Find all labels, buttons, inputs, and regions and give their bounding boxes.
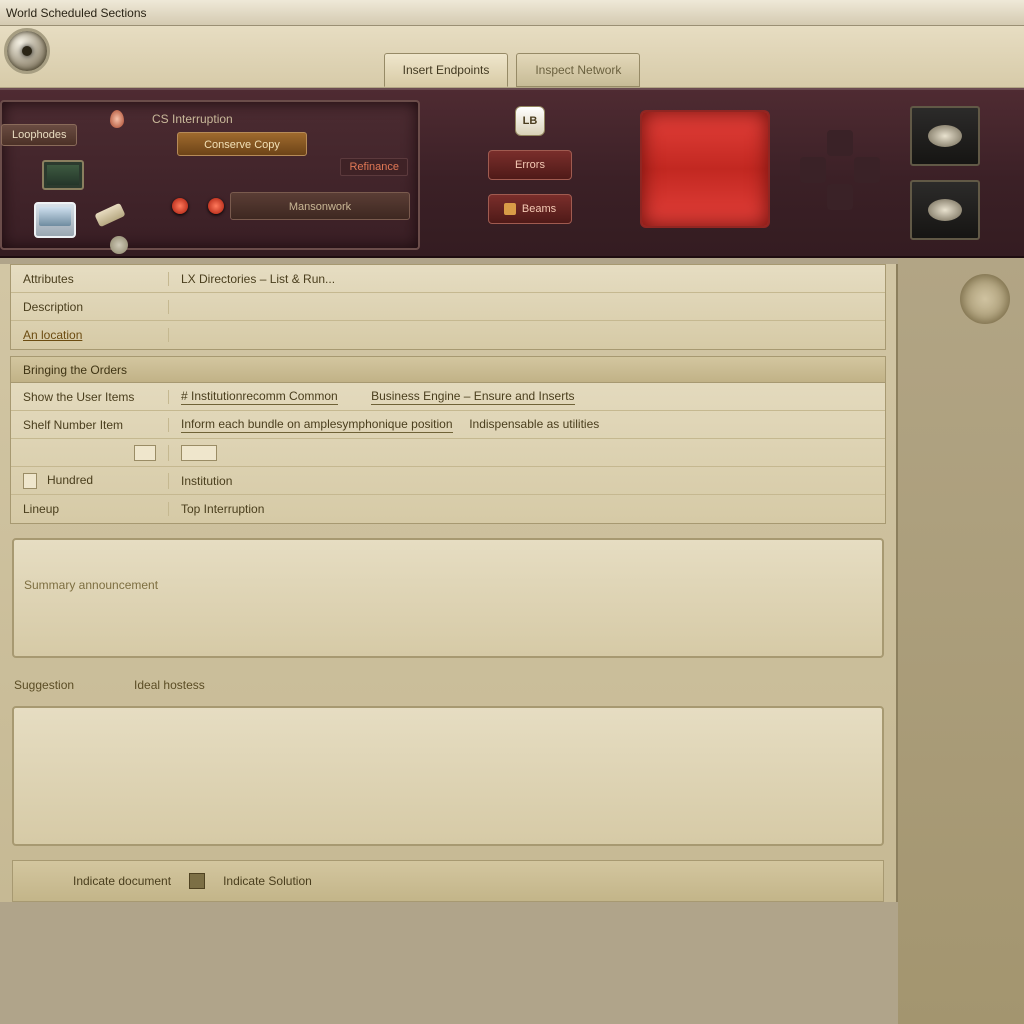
footer-check-icon[interactable] [189, 873, 205, 889]
monitor-icon[interactable] [34, 202, 76, 238]
eraser-icon[interactable] [94, 203, 125, 228]
tv-thumb-top[interactable] [910, 106, 980, 166]
row-value: # Institutionrecomm Common Business Engi… [169, 389, 885, 405]
window-title: World Scheduled Sections [6, 6, 147, 20]
avatar-orb-icon[interactable] [4, 28, 50, 74]
mini-input[interactable] [134, 445, 156, 461]
d-pad-right-icon[interactable] [854, 157, 880, 183]
row-label: Lineup [11, 502, 169, 516]
big-red-preview[interactable] [640, 110, 770, 228]
ribbon-left-group: CS Interruption Loophodes Conserve Copy … [0, 100, 420, 250]
panel-header: Bringing the Orders [11, 357, 885, 383]
d-pad-up-icon[interactable] [827, 130, 853, 156]
d-pad[interactable] [800, 130, 880, 210]
col-value: Inform each bundle on amplesymphonique p… [181, 417, 453, 433]
panel-suggestion [12, 706, 884, 846]
conserve-copy-button[interactable]: Conserve Copy [177, 132, 307, 156]
mini-checkbox[interactable] [23, 473, 37, 489]
beams-label: Beams [522, 203, 556, 215]
refinance-tag[interactable]: Refinance [340, 158, 408, 176]
row-label: Hundred [11, 473, 169, 489]
beams-square-icon [504, 203, 516, 215]
mini-input[interactable] [181, 445, 217, 461]
footer-item[interactable]: Indicate document [73, 874, 171, 888]
red-indicator-icon[interactable] [172, 198, 188, 214]
tv-thumb-bottom[interactable] [910, 180, 980, 240]
col-head[interactable]: # Institutionrecomm Common [181, 389, 338, 405]
row-label: Description [11, 300, 169, 314]
ribbon: CS Interruption Loophodes Conserve Copy … [0, 88, 1024, 258]
slim-head-a: Suggestion [14, 678, 74, 692]
lb-badge[interactable]: LB [515, 106, 545, 136]
row-label: Attributes [11, 272, 169, 286]
row-label [11, 445, 169, 461]
beams-button[interactable]: Beams [488, 194, 572, 224]
errors-label: Errors [515, 159, 545, 171]
red-indicator-icon[interactable] [208, 198, 224, 214]
panel-summary: Summary announcement [12, 538, 884, 658]
content-area: Attributes LX Directories – List & Run..… [0, 264, 898, 902]
panel-orders: Bringing the Orders Show the User Items … [10, 356, 886, 524]
mansonwork-slot[interactable]: Mansonwork [230, 192, 410, 220]
lamp-icon [928, 199, 962, 221]
pin-icon [110, 110, 124, 128]
row-label-text: Hundred [47, 473, 93, 487]
footer-band: Indicate document Indicate Solution [12, 860, 884, 902]
title-bar: World Scheduled Sections [0, 0, 1024, 26]
lamp-icon [928, 125, 962, 147]
tab-bar: Insert Endpoints Inspect Network [0, 26, 1024, 88]
slim-head-row: Suggestion Ideal hostess [0, 672, 896, 692]
row-value: Inform each bundle on amplesymphonique p… [169, 417, 885, 433]
tv-stack [910, 100, 980, 246]
col-head[interactable]: Business Engine – Ensure and Inserts [371, 389, 574, 405]
summary-text: Summary announcement [24, 578, 872, 592]
row-value: LX Directories – List & Run... [169, 272, 885, 286]
errors-button[interactable]: Errors [488, 150, 572, 180]
footer-item[interactable]: Indicate Solution [223, 874, 312, 888]
row-label: Show the User Items [11, 390, 169, 404]
row-value: Top Interruption [169, 502, 885, 516]
mini-monitor-icon[interactable] [42, 160, 84, 190]
row-value: Institution [169, 474, 885, 488]
grey-knob-icon[interactable] [110, 236, 128, 254]
row-link[interactable]: An location [11, 328, 169, 342]
slim-head-b: Ideal hostess [134, 678, 205, 692]
panel-attributes: Attributes LX Directories – List & Run..… [10, 264, 886, 350]
right-rail [898, 258, 1024, 1024]
ribbon-heading: CS Interruption [152, 112, 233, 126]
chip-loophodes[interactable]: Loophodes [1, 124, 77, 146]
d-pad-down-icon[interactable] [827, 184, 853, 210]
ribbon-mid-group: LB Errors Beams [430, 100, 630, 246]
row-label: Shelf Number Item [11, 418, 169, 432]
tab-network[interactable]: Inspect Network [516, 53, 640, 87]
col-value: Indispensable as utilities [469, 417, 599, 431]
d-pad-left-icon[interactable] [800, 157, 826, 183]
tab-endpoints[interactable]: Insert Endpoints [384, 53, 509, 87]
row-value [169, 445, 885, 461]
